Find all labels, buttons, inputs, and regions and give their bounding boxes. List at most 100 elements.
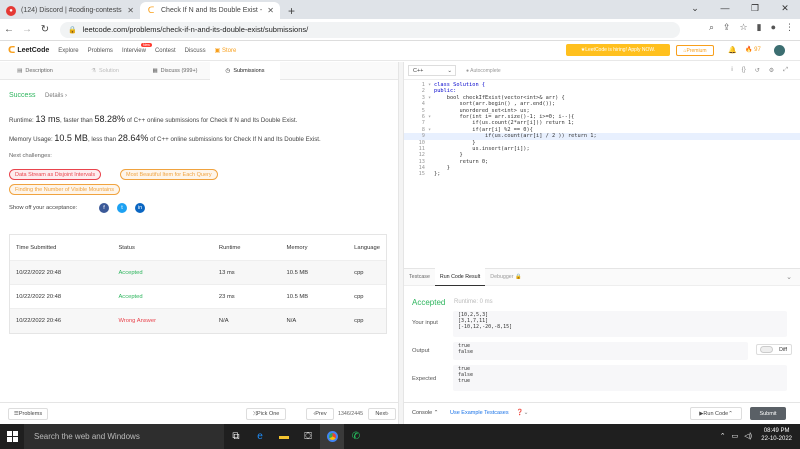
toggle-switch[interactable] [760,346,773,353]
premium-button[interactable]: ⌂ Premium [676,45,714,56]
collapse-icon[interactable]: ⌄ [786,273,792,281]
clock[interactable]: 08:49 PM 22-10-2022 [761,427,792,443]
file-explorer-icon[interactable]: ▬ [272,424,296,449]
browser-tab-bar: ● (124) Discord | #coding-contests ✕ ᑕ C… [0,0,800,19]
chevron-right-icon: › [386,411,389,417]
windows-start-button[interactable] [0,424,24,449]
tab-search-icon[interactable]: ⌄ [680,0,710,19]
page-counter: 1346/2445 [338,411,364,417]
store-app-icon[interactable]: ⛋ [296,424,320,449]
braces-icon[interactable]: {} [742,67,746,74]
language-select[interactable]: C++ ⌄ [408,65,456,76]
status-link[interactable]: Accepted [112,270,212,276]
back-icon[interactable]: ← [0,24,18,35]
chrome-icon[interactable] [320,424,344,449]
nav-explore[interactable]: Explore [58,48,78,54]
status-link[interactable]: Wrong Answer [112,318,212,324]
reload-icon[interactable]: ↻ [36,24,54,35]
lock-icon: 🔒 [515,274,522,280]
autocomplete-toggle[interactable]: ● Autocomplete [466,68,501,74]
close-tab-icon[interactable]: ✕ [127,6,134,15]
memory-stat: Memory Usage: 10.5 MB, less than 28.64% … [9,133,321,143]
maximize-icon[interactable]: ❐ [740,0,770,19]
browser-tab-discord[interactable]: ● (124) Discord | #coding-contests ✕ [0,2,140,19]
left-panel: ▤ Description ⚗ Solution ▦ Discuss (999+) ◷… [0,61,398,402]
whatsapp-icon[interactable]: ✆ [344,424,368,449]
right-panel: C++ ⌄ ● Autocomplete i {} ↺ ⚙ ⤢ 1 ▾ class S… [404,62,800,424]
submissions-table: Time Submitted Status Runtime Memory Lan… [9,234,387,334]
avatar[interactable] [774,45,785,56]
info-icon[interactable]: i [731,67,732,74]
close-tab-icon[interactable]: ✕ [267,6,274,15]
challenge-chip[interactable]: Data Stream as Disjoint Intervals [9,169,102,180]
challenge-chip[interactable]: Most Beautiful Item for Each Query [120,169,218,180]
leetcode-logo[interactable]: ᑕ LeetCode [8,45,49,56]
expected-label: Expected [412,376,437,382]
nav-interview[interactable]: Interview New [122,42,152,54]
edge-icon[interactable]: e [248,424,272,449]
challenge-chip[interactable]: Finding the Number of Visible Mountains [9,184,120,195]
diff-toggle[interactable]: Diff [756,344,792,355]
streak-counter[interactable]: 🔥 97 [745,46,761,53]
discord-icon: ● [6,5,16,16]
bookmark-star-icon[interactable]: ☆ [740,22,748,33]
taskbar-search[interactable]: Search the web and Windows [24,424,224,449]
run-runtime: Runtime: 0 ms [454,299,493,305]
url-field[interactable]: 🔒 leetcode.com/problems/check-if-n-and-i… [60,21,680,38]
close-window-icon[interactable]: ✕ [770,0,800,19]
run-code-button[interactable]: ▶ Run Code ⌃ [690,407,742,420]
input-box: [10,2,5,3] [3,1,7,11] [-10,12,-20,-8,15] [453,311,787,337]
tab-solution[interactable]: ⚗ Solution [70,62,140,80]
document-icon: ▤ [17,67,23,74]
status-link[interactable]: Accepted [112,294,212,300]
table-row: 10/22/2022 20:48 Accepted 13 ms 10.5 MB … [10,261,386,285]
lock-icon: 🔒 [68,26,77,34]
chevron-up-icon: ⌃ [728,410,733,417]
volume-icon[interactable]: ◁) [744,432,752,440]
facebook-icon[interactable]: f [99,203,109,213]
network-icon[interactable]: ▭ [732,432,739,440]
nav-contest[interactable]: Contest [155,48,176,54]
forward-icon[interactable]: → [18,24,36,35]
new-tab-button[interactable]: + [280,2,303,19]
minimize-icon[interactable]: — [710,0,740,19]
share-icon[interactable]: ⇪ [723,22,731,33]
next-button[interactable]: Next › [368,408,396,420]
problems-list-button[interactable]: ☰ Problems [8,408,48,420]
linkedin-icon[interactable]: in [135,203,145,213]
nav-store[interactable]: ▣ Store [215,47,237,54]
task-view-icon[interactable]: ⧉ [224,424,248,449]
zoom-icon[interactable]: ⌕ [709,22,714,33]
menu-icon[interactable]: ⋮ [785,22,794,33]
settings-icon[interactable]: ⚙ [769,67,774,74]
twitter-icon[interactable]: t [117,203,127,213]
sidebar-icon[interactable]: ▮ [757,22,762,33]
code-editor[interactable]: 1 ▾ class Solution { 2 public: 3 ▾ bool chec… [404,82,800,268]
prev-button[interactable]: ‹ Prev [306,408,334,420]
tab-debugger[interactable]: Debugger 🔒 [485,268,526,286]
console-toggle[interactable]: Console ⌃ [412,410,438,416]
history-icon: ◷ [225,67,231,74]
tray-chevron-icon[interactable]: ⌃ [720,432,726,440]
reset-icon[interactable]: ↺ [755,67,760,74]
expected-box: true false true [453,365,787,391]
run-result-status: Accepted [412,298,446,307]
fullscreen-icon[interactable]: ⤢ [783,67,788,74]
browser-tab-leetcode[interactable]: ᑕ Check If N and Its Double Exist - ✕ [140,2,280,19]
output-label: Output [412,348,430,354]
details-link[interactable]: Details › [45,93,67,99]
tab-run-code-result[interactable]: Run Code Result [434,268,486,286]
profile-icon[interactable]: ● [771,22,776,33]
tab-description[interactable]: ▤ Description [0,62,70,80]
tab-discuss[interactable]: ▦ Discuss (999+) [140,62,210,80]
nav-problems[interactable]: Problems [88,48,113,54]
tab-submissions[interactable]: ◷ Submissions [210,61,280,80]
tab-testcase[interactable]: Testcase [404,268,435,286]
help-icon[interactable]: ❓⌄ [516,409,529,416]
hiring-banner[interactable]: ★ LeetCode is hiring! Apply NOW. [566,44,670,56]
submit-button[interactable]: Submit [750,407,786,420]
nav-discuss[interactable]: Discuss [185,48,206,54]
example-testcases-link[interactable]: Use Example Testcases [450,410,509,416]
bell-icon[interactable]: 🔔 [728,46,737,54]
pick-one-button[interactable]: ⤨ Pick One [246,408,286,420]
